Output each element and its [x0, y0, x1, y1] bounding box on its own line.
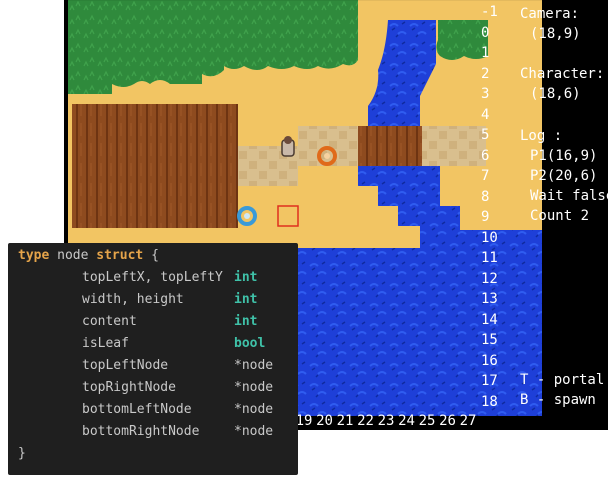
row-label: 4	[481, 106, 490, 123]
keyword-struct: struct	[96, 248, 144, 263]
field-name: content	[82, 314, 137, 329]
log-p1: P1(16,9)	[530, 148, 598, 164]
struct-field: topLeftNode *node	[82, 355, 273, 377]
row-label: 17	[481, 373, 498, 389]
row-label: 16	[481, 352, 498, 369]
row-label: 9	[481, 209, 490, 225]
field-type: int	[234, 270, 258, 285]
log-label: Log :	[520, 128, 563, 144]
struct-field: content int	[82, 311, 257, 333]
field-name: bottomRightNode	[82, 424, 200, 439]
log-p2: P2(20,6)	[530, 168, 598, 184]
dirt-field	[72, 104, 238, 228]
field-type: int	[234, 292, 258, 307]
field-type: *node	[234, 358, 274, 373]
field-name: isLeaf	[82, 336, 129, 351]
field-type: int	[234, 314, 258, 329]
struct-name: node	[57, 248, 89, 263]
camera-value: (18,9)	[530, 26, 581, 42]
keyword-type: type	[18, 248, 50, 263]
row-label: 14	[481, 311, 498, 328]
field-name: topRightNode	[82, 380, 176, 395]
field-type: *node	[234, 424, 274, 439]
struct-field: bottomRightNode *node	[82, 421, 273, 443]
row-label: -1	[481, 4, 498, 20]
code-panel: type node struct { topLeftX, topLeftY int…	[8, 243, 298, 475]
bridge[interactable]	[358, 126, 422, 166]
row-label: 10	[481, 229, 498, 246]
row-label: 5	[481, 127, 490, 143]
struct-declaration: type node struct {	[18, 245, 159, 267]
struct-field: topLeftX, topLeftY int	[82, 267, 257, 289]
field-name: width, height	[82, 292, 184, 307]
open-brace: {	[151, 248, 159, 263]
stone-path	[298, 126, 358, 166]
character-value: (18,6)	[530, 86, 581, 102]
field-name: topLeftNode	[82, 358, 169, 373]
legend-portal: T - portal	[520, 372, 605, 388]
row-label: 7	[481, 168, 490, 184]
legend-spawn: B - spawn	[520, 392, 596, 408]
struct-field: width, height int	[82, 289, 257, 311]
row-label: 11	[481, 250, 498, 266]
stone-path	[422, 126, 486, 166]
row-label: 8	[481, 188, 490, 205]
column-label: 27	[459, 413, 477, 429]
row-label: 6	[481, 147, 490, 164]
struct-field: bottomLeftNode *node	[82, 399, 273, 421]
row-label: 12	[481, 270, 498, 287]
log-wait: Wait false	[530, 188, 608, 204]
field-type: bool	[234, 336, 266, 351]
field-type: *node	[234, 402, 274, 417]
row-label: 0	[481, 24, 490, 41]
info-panel: Camera: (18,9) Character: (18,6) Log : P…	[520, 0, 608, 430]
row-label: 3	[481, 86, 490, 102]
row-label: 1	[481, 45, 490, 61]
row-label: 13	[481, 291, 498, 307]
field-name: bottomLeftNode	[82, 402, 192, 417]
struct-field: isLeaf bool	[82, 333, 265, 355]
field-type: *node	[234, 380, 274, 395]
row-label: 2	[481, 65, 490, 82]
close-brace: }	[18, 446, 26, 461]
row-label: 18	[481, 393, 498, 410]
character-label: Character:	[520, 66, 605, 82]
struct-field: topRightNode *node	[82, 377, 273, 399]
row-label: 15	[481, 332, 498, 348]
log-count: Count 2	[530, 208, 590, 224]
camera-label: Camera:	[520, 6, 580, 22]
field-name: topLeftX, topLeftY	[82, 270, 223, 285]
